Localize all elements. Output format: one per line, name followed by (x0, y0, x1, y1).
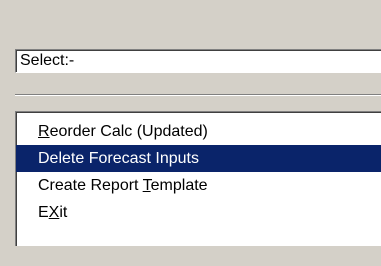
select-combobox[interactable]: Select:- (15, 49, 381, 73)
menu-item-delete-forecast-inputs[interactable]: Delete Forecast Inputs (16, 145, 381, 172)
select-combobox-value: Select:- (20, 52, 75, 69)
access-key: X (48, 204, 60, 221)
access-key: T (142, 177, 151, 194)
menu-listbox[interactable]: Reorder Calc (Updated) Delete Forecast I… (15, 111, 381, 246)
separator-line (15, 94, 381, 96)
menu-item-exit[interactable]: EXit (16, 199, 381, 226)
menu-item-create-report-template[interactable]: Create Report Template (16, 172, 381, 199)
access-key: R (38, 123, 50, 140)
menu-item-reorder-calc[interactable]: Reorder Calc (Updated) (16, 118, 381, 145)
